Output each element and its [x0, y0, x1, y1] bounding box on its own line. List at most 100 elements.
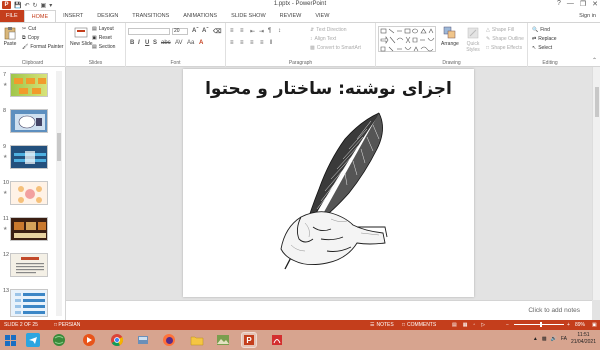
show-hidden-icons-icon[interactable]: ▲ [533, 336, 538, 342]
minimize-icon[interactable]: — [567, 0, 574, 8]
sign-in-link[interactable]: Sign in [579, 10, 596, 22]
tab-transitions[interactable]: TRANSITIONS [125, 10, 176, 22]
normal-view-icon[interactable]: ▤ [452, 320, 457, 330]
language-indicator[interactable]: □ PERSIAN [54, 320, 80, 330]
shape-outline-button[interactable]: ✎ Shape Outline [486, 36, 524, 42]
underline-button[interactable]: U [145, 40, 149, 46]
italic-button[interactable]: I [138, 40, 140, 46]
zoom-slider[interactable] [514, 322, 564, 327]
font-color-button[interactable]: A [199, 40, 203, 46]
rtl-icon[interactable]: ¶ [268, 28, 271, 34]
align-left-icon[interactable]: ≡ [230, 40, 234, 46]
section-button[interactable]: ▤ Section [92, 44, 115, 50]
fit-to-window-icon[interactable]: ▣ [592, 320, 597, 330]
text-direction-button[interactable]: ⇵ Text Direction [310, 27, 347, 33]
scrollbar-thumb[interactable] [595, 87, 599, 117]
chrome-icon[interactable] [110, 333, 124, 347]
strikethrough-button[interactable]: abc [161, 40, 171, 46]
line-spacing-icon[interactable]: ↕ [278, 28, 281, 34]
reading-view-icon[interactable]: ▫ [473, 320, 475, 330]
paste-button[interactable]: Paste [3, 26, 17, 47]
keyboard-language[interactable]: FA [561, 336, 567, 342]
thumbnail-scrollbar[interactable] [56, 71, 62, 316]
comments-button[interactable]: □ COMMENTS [402, 320, 436, 330]
clock[interactable]: 11:51 21/04/2021 [571, 332, 596, 346]
slide-thumbnail-9[interactable] [10, 145, 48, 169]
current-slide[interactable]: اجزای نوشته: ساختار و محتوا [183, 69, 474, 297]
slide-thumbnail-8[interactable] [10, 109, 48, 133]
bold-button[interactable]: B [130, 40, 134, 46]
center-icon[interactable]: ≡ [240, 40, 244, 46]
folder-icon[interactable] [190, 333, 204, 347]
zoom-out-icon[interactable]: − [506, 320, 509, 330]
tab-design[interactable]: DESIGN [90, 10, 125, 22]
shape-effects-button[interactable]: □ Shape Effects [486, 45, 522, 51]
replace-button[interactable]: ⇄ Replace [532, 36, 557, 42]
restore-icon[interactable]: ❐ [580, 0, 586, 8]
shapes-gallery[interactable] [378, 26, 436, 52]
start-button[interactable] [0, 330, 20, 350]
reset-button[interactable]: ▣ Reset [92, 35, 112, 41]
new-slide-button[interactable]: New Slide [70, 26, 93, 47]
font-size-dropdown[interactable]: 20 [172, 28, 188, 35]
firefox-icon[interactable] [162, 333, 176, 347]
cut-button[interactable]: ✂ Cut [22, 26, 36, 32]
align-right-icon[interactable]: ≡ [250, 40, 254, 46]
help-icon[interactable]: ? [557, 0, 561, 8]
notes-placeholder[interactable]: Click to add notes [528, 307, 580, 314]
close-icon[interactable]: ✕ [592, 0, 598, 8]
scrollbar-thumb[interactable] [57, 133, 61, 161]
format-painter-button[interactable]: 🖌 Format Painter [22, 44, 63, 50]
zoom-slider-knob[interactable] [540, 322, 543, 327]
telegram-icon[interactable] [26, 333, 40, 347]
quick-styles-button[interactable]: Quick Styles [462, 26, 484, 53]
arrange-button[interactable]: Arrange [441, 26, 459, 47]
notes-pane[interactable]: Click to add notes [66, 300, 592, 320]
notes-button[interactable]: ☰ NOTES [370, 320, 394, 330]
tab-slide-show[interactable]: SLIDE SHOW [224, 10, 273, 22]
slide-thumbnail-11[interactable] [10, 217, 48, 241]
slide-sorter-icon[interactable]: ▦ [463, 320, 468, 330]
slide-thumbnail-7[interactable] [10, 73, 48, 97]
shape-fill-button[interactable]: △ Shape Fill [486, 27, 514, 33]
volume-icon[interactable]: 🔊 [551, 336, 557, 342]
slide-scrollbar[interactable] [592, 67, 600, 300]
shadow-button[interactable]: S [153, 40, 157, 46]
justify-icon[interactable]: ≡ [260, 40, 264, 46]
bullets-icon[interactable]: ≡ [230, 28, 234, 34]
slide-thumbnail-13[interactable] [10, 289, 48, 317]
slide-show-icon[interactable]: ▷ [481, 320, 485, 330]
collapse-ribbon-icon[interactable]: ⌃ [592, 57, 597, 64]
file-manager-icon[interactable] [136, 333, 150, 347]
network-icon[interactable]: ▩ [542, 336, 547, 342]
tab-animations[interactable]: ANIMATIONS [176, 10, 224, 22]
decrease-indent-icon[interactable]: ⇤ [250, 28, 255, 35]
select-button[interactable]: ↖ Select [532, 45, 552, 51]
align-text-button[interactable]: ↕ Align Text [310, 36, 336, 42]
change-case-button[interactable]: Aa [187, 40, 194, 46]
copy-button[interactable]: ⧉ Copy [22, 35, 39, 41]
increase-indent-icon[interactable]: ⇥ [259, 28, 264, 35]
tab-view[interactable]: VIEW [308, 10, 336, 22]
columns-icon[interactable]: ‖ [270, 40, 272, 46]
numbering-icon[interactable]: ≡ [240, 28, 244, 34]
powerpoint-taskbar-icon[interactable]: P [241, 332, 257, 348]
find-button[interactable]: 🔍 Find [532, 27, 550, 33]
layout-button[interactable]: ▤ Layout [92, 26, 114, 32]
image-viewer-icon[interactable] [216, 333, 230, 347]
zoom-level[interactable]: 89% [575, 320, 585, 330]
tab-review[interactable]: REVIEW [273, 10, 309, 22]
clear-formatting-button[interactable]: ⌫ [213, 28, 221, 35]
character-spacing-button[interactable]: AV [175, 40, 183, 46]
zoom-in-icon[interactable]: + [567, 320, 570, 330]
tab-insert[interactable]: INSERT [56, 10, 90, 22]
globe-app-icon[interactable] [52, 333, 66, 347]
slide-thumbnail-10[interactable] [10, 181, 48, 205]
convert-smartart-button[interactable]: ▩ Convert to SmartArt [310, 45, 361, 51]
slide-thumbnail-12[interactable] [10, 253, 48, 277]
tab-home[interactable]: HOME [23, 10, 57, 22]
media-player-icon[interactable] [82, 333, 96, 347]
grow-font-button[interactable]: Aˆ [192, 28, 198, 34]
pdf-reader-icon[interactable] [270, 333, 284, 347]
slide-title[interactable]: اجزای نوشته: ساختار و محتوا [183, 79, 474, 99]
